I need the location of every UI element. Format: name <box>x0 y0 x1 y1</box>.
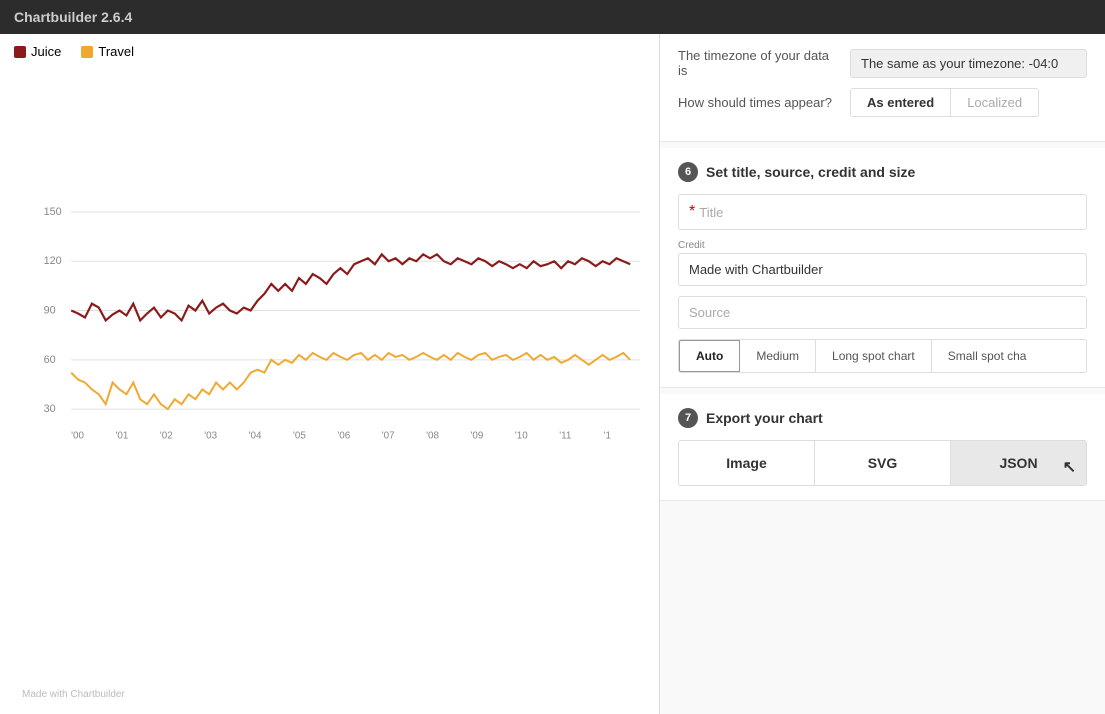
svg-text:'03: '03 <box>204 431 217 442</box>
times-localized-btn[interactable]: Localized <box>951 89 1038 116</box>
step7-section: 7 Export your chart Image SVG JSON ↖ <box>660 394 1105 501</box>
app-header: Chartbuilder 2.6.4 <box>0 0 1105 34</box>
svg-text:60: 60 <box>44 354 56 366</box>
svg-text:'05: '05 <box>293 431 306 442</box>
step6-header: 6 Set title, source, credit and size <box>678 162 1087 182</box>
svg-text:150: 150 <box>44 206 62 218</box>
step6-section: 6 Set title, source, credit and size * C… <box>660 148 1105 388</box>
times-toggle-group: As entered Localized <box>850 88 1039 117</box>
source-field <box>678 296 1087 329</box>
svg-text:'00: '00 <box>71 431 84 442</box>
legend-color-juice <box>14 46 26 58</box>
svg-text:'08: '08 <box>426 431 439 442</box>
chart-watermark: Made with Chartbuilder <box>22 689 125 700</box>
size-auto-btn[interactable]: Auto <box>678 339 741 373</box>
credit-input[interactable] <box>678 253 1087 286</box>
svg-text:'09: '09 <box>470 431 483 442</box>
title-input[interactable] <box>699 205 1076 220</box>
svg-text:'1: '1 <box>604 431 611 442</box>
step6-badge: 6 <box>678 162 698 182</box>
times-row: How should times appear? As entered Loca… <box>678 88 1087 117</box>
svg-text:'07: '07 <box>382 431 395 442</box>
step7-badge: 7 <box>678 408 698 428</box>
chart-area: 150 120 90 60 30 '00 '01 '02 '03 '04 '05… <box>14 65 645 704</box>
credit-field: Credit <box>678 240 1087 286</box>
size-buttons: Auto Medium Long spot chart Small spot c… <box>678 339 1087 373</box>
svg-text:30: 30 <box>44 403 56 415</box>
title-field: * <box>678 194 1087 230</box>
times-as-entered-btn[interactable]: As entered <box>851 89 951 116</box>
export-buttons: Image SVG JSON ↖ <box>678 440 1087 486</box>
legend-item-travel: Travel <box>81 44 134 59</box>
chart-legend: Juice Travel <box>14 44 645 59</box>
svg-text:90: 90 <box>44 305 56 317</box>
step6-title: Set title, source, credit and size <box>706 164 915 180</box>
svg-text:'01: '01 <box>116 431 129 442</box>
required-star: * <box>689 203 695 221</box>
svg-text:'11: '11 <box>559 431 571 442</box>
size-long-btn[interactable]: Long spot chart <box>816 340 932 372</box>
size-medium-btn[interactable]: Medium <box>740 340 816 372</box>
legend-label-juice: Juice <box>31 44 61 59</box>
title-field-wrap[interactable]: * <box>678 194 1087 230</box>
timezone-section: The timezone of your data is The same as… <box>660 34 1105 142</box>
export-json-btn[interactable]: JSON ↖ <box>951 441 1086 485</box>
times-label: How should times appear? <box>678 95 838 110</box>
timezone-label: The timezone of your data is <box>678 48 838 78</box>
right-panel: The timezone of your data is The same as… <box>660 34 1105 714</box>
timezone-value: The same as your timezone: -04:0 <box>850 49 1087 78</box>
svg-text:120: 120 <box>44 255 62 267</box>
svg-text:'10: '10 <box>515 431 528 442</box>
svg-text:'04: '04 <box>249 431 262 442</box>
app-title: Chartbuilder 2.6.4 <box>14 9 132 25</box>
export-svg-btn[interactable]: SVG <box>815 441 951 485</box>
credit-label: Credit <box>678 240 1087 251</box>
svg-text:'02: '02 <box>160 431 173 442</box>
step7-title: Export your chart <box>706 410 823 426</box>
svg-text:'06: '06 <box>337 431 350 442</box>
legend-color-travel <box>81 46 93 58</box>
legend-item-juice: Juice <box>14 44 61 59</box>
step7-header: 7 Export your chart <box>678 408 1087 428</box>
source-input[interactable] <box>678 296 1087 329</box>
chart-panel: Juice Travel 150 120 90 60 30 <box>0 34 660 714</box>
cursor-icon: ↖ <box>1063 457 1076 477</box>
timezone-row: The timezone of your data is The same as… <box>678 48 1087 78</box>
export-json-label: JSON <box>999 455 1037 471</box>
size-small-btn[interactable]: Small spot cha <box>932 340 1043 372</box>
export-image-btn[interactable]: Image <box>679 441 815 485</box>
legend-label-travel: Travel <box>98 44 134 59</box>
